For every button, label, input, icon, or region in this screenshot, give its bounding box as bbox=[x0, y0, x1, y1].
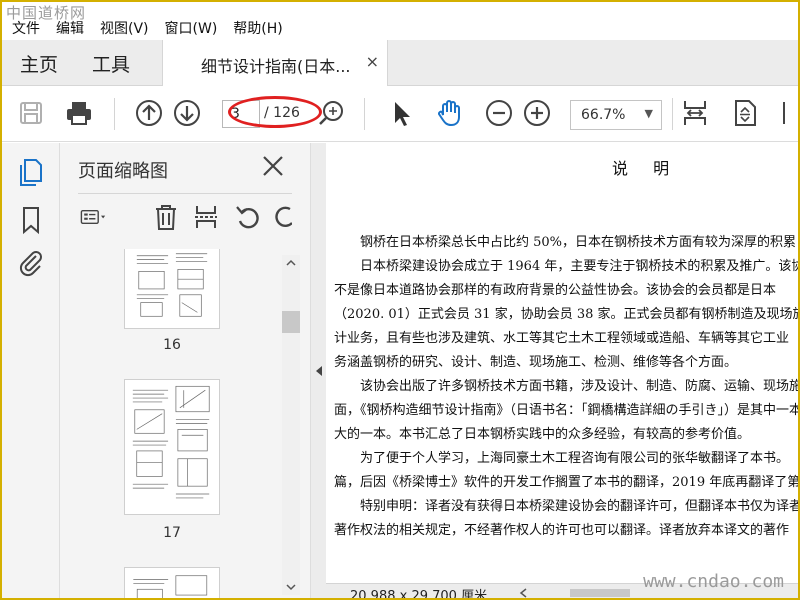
document-text-line: 篇，后因《桥梁博士》软件的开发工作搁置了本书的翻译，2019 年底再翻译了第 bbox=[334, 475, 800, 490]
document-text-line: 著作权法的相关规定，不经著作权人的许可也可以翻译。译者放弃本译文的著作 bbox=[334, 523, 790, 538]
thumbnail-label: 16 bbox=[163, 337, 181, 353]
horizontal-scrollbar-thumb[interactable] bbox=[570, 589, 630, 597]
paperclip-icon bbox=[19, 251, 42, 277]
thumbnail-preview bbox=[132, 385, 210, 499]
page-thumbnail[interactable] bbox=[124, 567, 220, 598]
tab-bar: 主页 工具 细节设计指南(日本... × bbox=[2, 40, 798, 86]
scroll-left-icon[interactable] bbox=[518, 587, 528, 599]
document-heading: 说 明 bbox=[612, 159, 680, 178]
thumbnail-scrollbar[interactable] bbox=[282, 255, 300, 595]
rotate-right-button[interactable] bbox=[272, 203, 292, 231]
thumbnail-label: 17 bbox=[163, 525, 181, 541]
document-text-line: 特别申明：译者没有获得日本桥梁建设协会的翻译许可，但翻译本书仅为译者 bbox=[360, 499, 800, 514]
hand-tool-button[interactable] bbox=[434, 98, 464, 128]
zoom-in-button[interactable] bbox=[522, 98, 552, 128]
print-icon bbox=[67, 102, 91, 125]
watermark-top: 中国道桥网 bbox=[6, 4, 87, 22]
collapse-arrow-icon[interactable] bbox=[315, 365, 323, 377]
scrollbar-thumb[interactable] bbox=[282, 311, 300, 333]
page-size-readout: 20.988 x 29.700 厘米 bbox=[350, 589, 488, 600]
pages-icon bbox=[20, 159, 42, 186]
document-text-line: 面，《钢桥构造细节设计指南》（日语书名：「鋼橋構造詳細の手引き」）是其中一本 bbox=[334, 403, 800, 418]
document-view[interactable]: 说 明 钢桥在日本桥梁总长中占比约 50%，日本在钢桥技术方面有较为深厚的积累 … bbox=[326, 143, 800, 600]
zoom-level-value: 66.7% bbox=[581, 107, 626, 123]
next-page-button[interactable] bbox=[172, 98, 202, 128]
close-icon bbox=[263, 156, 283, 176]
document-text-line: 务涵盖钢桥的研究、设计、制造、现场施工、检测、维修等各个方面。 bbox=[334, 355, 738, 370]
thumbnail-preview bbox=[136, 253, 208, 317]
arrow-down-circle-icon bbox=[174, 100, 200, 126]
document-text-line: 日本桥梁建设协会成立于 1964 年，主要专注于钢桥技术的积累及推广。该协会 bbox=[360, 259, 800, 274]
rotate-left-icon bbox=[236, 206, 259, 229]
bookmarks-toggle[interactable] bbox=[16, 205, 46, 235]
more-tools-button[interactable] bbox=[778, 98, 798, 128]
chevron-down-icon: ▼ bbox=[644, 107, 653, 120]
page-thumbnails-toggle[interactable] bbox=[16, 157, 46, 187]
rotate-right-icon bbox=[275, 206, 292, 227]
save-icon bbox=[20, 102, 42, 124]
fit-page-icon bbox=[735, 100, 756, 126]
document-text-line: 为了便于个人学习，上海同豪土木工程咨询有限公司的张华敏翻译了本书。 bbox=[360, 451, 790, 466]
document-text-line: 计业务，且有些也涉及建筑、水工等其它土木工程领域或造船、车辆等其它工业 bbox=[334, 331, 790, 346]
toolbar: 3 / 126 66.7% ▼ bbox=[2, 86, 798, 142]
panel-close-button[interactable] bbox=[260, 153, 286, 179]
thumbnail-options-button[interactable] bbox=[80, 203, 120, 231]
watermark-bottom: www.cndao.com bbox=[643, 571, 784, 592]
menu-window[interactable]: 窗口(W) bbox=[165, 18, 218, 38]
arrow-up-circle-icon bbox=[136, 100, 162, 126]
panel-title: 页面缩略图 bbox=[78, 161, 168, 182]
toolbar-separator bbox=[114, 98, 115, 130]
more-icon bbox=[783, 102, 785, 124]
previous-page-button[interactable] bbox=[134, 98, 164, 128]
scroll-up-icon[interactable] bbox=[282, 257, 300, 269]
document-text-line: 该协会出版了许多钢桥技术方面书籍，涉及设计、制造、防腐、运输、现场施 bbox=[360, 379, 800, 394]
zoom-out-button[interactable] bbox=[484, 98, 514, 128]
document-text-line: 不是像日本道路协会那样的有政府背景的公益性协会。该协会的会员都是日本 bbox=[334, 283, 777, 298]
delete-page-button[interactable] bbox=[152, 203, 180, 231]
fit-page-button[interactable] bbox=[730, 98, 760, 128]
menu-bar: 文件 编辑 视图(V) 窗口(W) 帮助(H) bbox=[2, 16, 798, 40]
options-menu-icon bbox=[80, 210, 106, 224]
left-rail bbox=[2, 143, 60, 598]
panel-divider bbox=[78, 193, 292, 194]
page-thumbnail[interactable] bbox=[124, 249, 220, 329]
zoom-level-dropdown[interactable]: 66.7% ▼ bbox=[570, 100, 662, 130]
menu-help[interactable]: 帮助(H) bbox=[233, 18, 282, 38]
tab-close-button[interactable]: × bbox=[366, 52, 379, 71]
rotate-left-button[interactable] bbox=[234, 203, 262, 231]
thumbnail-list[interactable]: 16 17 bbox=[60, 249, 282, 598]
attachments-toggle[interactable] bbox=[16, 247, 46, 277]
toolbar-separator bbox=[364, 98, 365, 130]
panel-splitter[interactable] bbox=[310, 143, 326, 598]
cursor-arrow-icon bbox=[395, 102, 410, 126]
toolbar-separator bbox=[672, 98, 673, 130]
print-button[interactable] bbox=[64, 98, 94, 128]
tab-document[interactable]: 细节设计指南(日本... × bbox=[162, 40, 388, 86]
plus-circle-icon bbox=[524, 100, 550, 126]
page-thumbnail[interactable] bbox=[124, 379, 220, 515]
thumbnail-preview bbox=[133, 575, 208, 598]
select-tool-button[interactable] bbox=[386, 98, 416, 128]
bookmark-icon bbox=[23, 207, 39, 235]
tab-document-label: 细节设计指南(日本... bbox=[201, 57, 351, 76]
tab-home[interactable]: 主页 bbox=[20, 50, 58, 77]
app-window: 中国道桥网 文件 编辑 视图(V) 窗口(W) 帮助(H) 主页 工具 细节设计… bbox=[0, 0, 800, 600]
highlight-annotation bbox=[228, 96, 322, 128]
extract-page-button[interactable] bbox=[192, 203, 220, 231]
document-text-line: 钢桥在日本桥梁总长中占比约 50%，日本在钢桥技术方面有较为深厚的积累 bbox=[360, 235, 797, 250]
menu-view[interactable]: 视图(V) bbox=[100, 18, 149, 38]
scroll-down-icon[interactable] bbox=[282, 581, 300, 593]
save-button[interactable] bbox=[16, 98, 46, 128]
document-text-line: 大的一本。本书汇总了日本钢桥实践中的众多经验，有较高的参考价值。 bbox=[334, 427, 751, 442]
fit-width-icon bbox=[684, 101, 706, 125]
hand-icon bbox=[438, 100, 460, 127]
tab-tools[interactable]: 工具 bbox=[92, 50, 130, 77]
trash-icon bbox=[156, 205, 176, 230]
document-text-line: （2020. 01）正式会员 31 家，协助会员 38 家。正式会员都有钢桥制造… bbox=[334, 307, 800, 322]
thumbnails-panel: 页面缩略图 16 17 bbox=[60, 143, 310, 598]
fit-width-button[interactable] bbox=[680, 98, 710, 128]
split-page-icon bbox=[195, 206, 217, 228]
minus-circle-icon bbox=[486, 100, 512, 126]
